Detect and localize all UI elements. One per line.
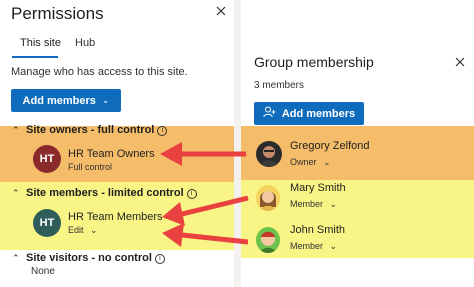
section-visitors-label: Site visitors - no control xyxy=(26,252,152,264)
section-owners-label: Site owners - full control xyxy=(26,124,155,136)
collapse-icon: ⌃ xyxy=(12,125,20,135)
member-role-dropdown[interactable]: Member ⌄ xyxy=(290,241,337,252)
group-add-members-label: Add members xyxy=(281,107,356,120)
member-role-dropdown[interactable]: Owner ⌄ xyxy=(290,157,331,168)
members-group-role: Edit xyxy=(68,225,84,235)
member-name: John Smith xyxy=(290,224,346,236)
group-add-members-button[interactable]: Add members xyxy=(254,102,364,125)
chevron-down-icon: ⌄ xyxy=(323,157,331,167)
avatar xyxy=(256,185,280,211)
avatar: HT xyxy=(33,145,61,173)
panel-title: Permissions xyxy=(11,4,104,23)
members-role-dropdown[interactable]: Edit ⌄ xyxy=(68,225,98,236)
section-members-header[interactable]: ⌃ Site members - limited control i xyxy=(12,187,197,199)
section-visitors-header[interactable]: ⌃ Site visitors - no control i xyxy=(12,252,165,264)
info-icon[interactable]: i xyxy=(186,189,197,199)
collapse-icon: ⌃ xyxy=(12,188,20,198)
permissions-description: Manage who has access to this site. xyxy=(11,66,188,78)
info-icon[interactable]: i xyxy=(154,254,165,264)
member-role-dropdown[interactable]: Member ⌄ xyxy=(290,199,337,210)
add-members-button[interactable]: Add members ⌄ xyxy=(11,89,121,112)
chevron-down-icon: ⌄ xyxy=(329,241,338,251)
group-membership-title: Group membership xyxy=(254,54,374,70)
add-person-icon xyxy=(263,106,276,121)
members-group-name: HR Team Members xyxy=(68,211,163,223)
chevron-down-icon: ⌄ xyxy=(101,95,110,105)
panel-divider xyxy=(234,0,241,287)
avatar xyxy=(256,227,280,253)
member-role: Member xyxy=(290,241,324,251)
member-role: Member xyxy=(290,199,324,209)
active-tab-indicator xyxy=(12,56,58,58)
avatar: HT xyxy=(33,209,61,237)
member-name: Mary Smith xyxy=(290,182,346,194)
section-members-label: Site members - limited control xyxy=(26,187,184,199)
tab-this-site[interactable]: This site xyxy=(20,37,61,49)
collapse-icon: ⌃ xyxy=(12,253,20,263)
info-icon[interactable]: i xyxy=(157,126,168,136)
member-name: Gregory Zelfond xyxy=(290,140,370,152)
member-role: Owner xyxy=(290,157,317,167)
avatar xyxy=(256,141,282,167)
chevron-down-icon: ⌄ xyxy=(329,199,338,209)
add-members-label: Add members xyxy=(22,94,96,107)
visitors-empty-text: None xyxy=(31,266,55,277)
member-count: 3 members xyxy=(254,80,305,91)
chevron-down-icon: ⌄ xyxy=(90,225,98,235)
close-icon[interactable] xyxy=(214,4,228,18)
section-owners-header[interactable]: ⌃ Site owners - full control i xyxy=(12,124,168,136)
owners-group-role: Full control xyxy=(68,162,113,172)
owners-group-name: HR Team Owners xyxy=(68,148,155,160)
close-icon[interactable] xyxy=(453,55,467,69)
tab-hub[interactable]: Hub xyxy=(75,37,95,49)
